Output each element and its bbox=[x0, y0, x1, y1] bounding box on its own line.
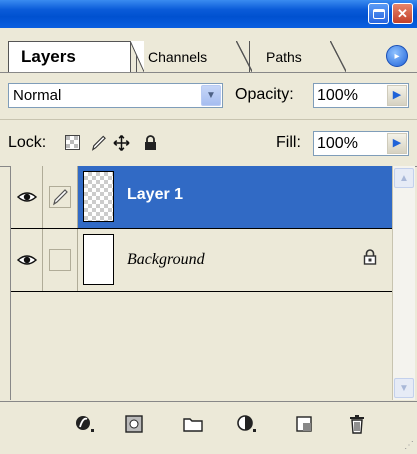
layer-link-toggle[interactable] bbox=[43, 229, 78, 291]
tab-divider bbox=[249, 41, 250, 72]
lock-all-icon[interactable] bbox=[142, 134, 159, 151]
lock-image-icon[interactable] bbox=[90, 134, 107, 151]
tab-paths[interactable]: Paths bbox=[248, 42, 340, 71]
palette-title-bar: ✕ bbox=[0, 0, 417, 28]
brush-icon bbox=[49, 186, 71, 208]
scroll-up-icon[interactable]: ▲ bbox=[394, 168, 414, 188]
lock-position-icon[interactable] bbox=[113, 134, 130, 151]
fill-value: 100% bbox=[317, 135, 358, 152]
tab-channels-label: Channels bbox=[148, 48, 208, 65]
add-layer-style-icon[interactable] bbox=[72, 412, 98, 436]
tab-layers-label: Layers bbox=[21, 47, 76, 66]
opacity-value: 100% bbox=[317, 87, 358, 104]
opacity-field[interactable]: 100% ▶ bbox=[313, 83, 409, 108]
new-adjustment-layer-icon[interactable] bbox=[234, 412, 260, 436]
fill-slider-arrow-icon[interactable]: ▶ bbox=[387, 133, 407, 154]
visibility-toggle[interactable] bbox=[11, 229, 43, 291]
eye-icon bbox=[16, 255, 37, 265]
add-mask-icon[interactable] bbox=[121, 412, 147, 436]
delete-layer-icon[interactable] bbox=[344, 412, 370, 436]
visibility-toggle[interactable] bbox=[11, 166, 43, 228]
scroll-down-icon[interactable]: ▼ bbox=[394, 378, 414, 398]
minimize-icon bbox=[372, 8, 385, 19]
blend-mode-select[interactable]: Normal ▼ bbox=[8, 83, 223, 108]
tab-channels[interactable]: Channels bbox=[136, 42, 244, 71]
resize-grip-icon[interactable]: ⋰ bbox=[404, 440, 414, 451]
layers-bottom-toolbar: ⋰ bbox=[0, 401, 417, 454]
layers-list: Layer 1 Background bbox=[10, 166, 392, 400]
tab-paths-label: Paths bbox=[266, 48, 302, 65]
layer-link-toggle[interactable] bbox=[43, 166, 78, 228]
chevron-down-icon[interactable]: ▼ bbox=[201, 85, 221, 106]
minimize-button[interactable] bbox=[368, 3, 389, 24]
layer-name[interactable]: Background bbox=[127, 251, 205, 269]
palette-tab-row: Channels Paths Layers ▸ bbox=[0, 28, 417, 73]
fill-label: Fill: bbox=[276, 134, 301, 151]
lock-options-row: Lock: Fill: 100% ▶ bbox=[0, 120, 417, 167]
lock-transparent-icon[interactable] bbox=[64, 134, 81, 151]
new-layer-icon[interactable] bbox=[291, 412, 317, 436]
fill-field[interactable]: 100% ▶ bbox=[313, 131, 409, 156]
close-icon: ✕ bbox=[397, 5, 408, 21]
blend-options-row: Normal ▼ Opacity: 100% ▶ bbox=[0, 73, 417, 120]
tab-layers[interactable]: Layers bbox=[8, 41, 144, 72]
opacity-slider-arrow-icon[interactable]: ▶ bbox=[387, 85, 407, 106]
layer-name[interactable]: Layer 1 bbox=[127, 186, 183, 204]
layer-row-layer-1[interactable]: Layer 1 bbox=[11, 166, 392, 229]
link-empty-box bbox=[49, 249, 71, 271]
eye-icon bbox=[16, 192, 37, 202]
layers-scrollbar[interactable]: ▲ ▼ bbox=[392, 166, 415, 400]
menu-arrow-icon: ▸ bbox=[394, 50, 400, 62]
close-button[interactable]: ✕ bbox=[392, 3, 413, 24]
opacity-label: Opacity: bbox=[235, 86, 294, 103]
lock-icon bbox=[363, 249, 377, 270]
lock-label: Lock: bbox=[8, 134, 47, 151]
tab-divider bbox=[330, 41, 346, 72]
layer-thumbnail bbox=[83, 171, 114, 222]
palette-menu-button[interactable]: ▸ bbox=[386, 45, 408, 67]
layer-thumbnail bbox=[83, 234, 114, 285]
blend-mode-value: Normal bbox=[13, 87, 62, 104]
new-group-icon[interactable] bbox=[180, 412, 206, 436]
layer-row-background[interactable]: Background bbox=[11, 229, 392, 292]
